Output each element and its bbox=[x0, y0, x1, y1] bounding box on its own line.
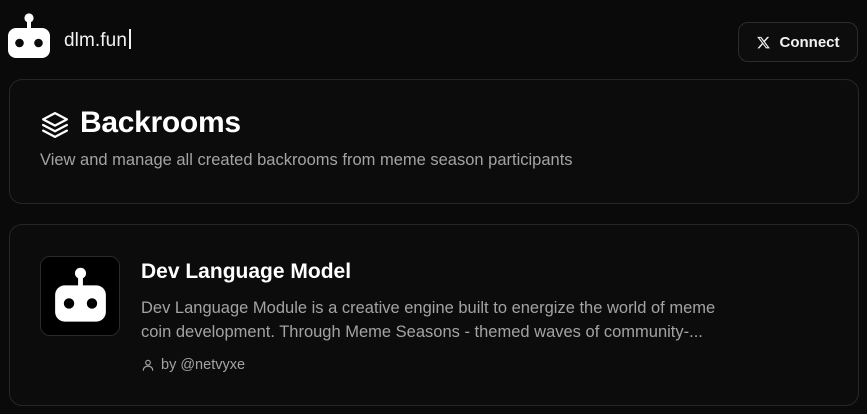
layers-icon bbox=[42, 112, 68, 138]
robot-icon bbox=[55, 267, 106, 322]
author-label: by @netvyxe bbox=[161, 357, 246, 373]
site-name[interactable]: dlm.fun bbox=[64, 29, 131, 52]
robot-icon[interactable] bbox=[8, 12, 50, 60]
backroom-description-line: Dev Language Module is a creative engine… bbox=[141, 299, 716, 317]
backroom-card[interactable]: Dev Language Model Dev Language Module i… bbox=[9, 224, 859, 406]
user-icon bbox=[142, 359, 154, 371]
text-cursor bbox=[129, 29, 131, 49]
x-logo-icon bbox=[756, 36, 770, 48]
backroom-avatar bbox=[40, 256, 120, 336]
page-subtitle: View and manage all created backrooms fr… bbox=[40, 151, 573, 169]
backroom-description: Dev Language Module is a creative engine… bbox=[141, 296, 841, 344]
connect-button[interactable]: Connect bbox=[738, 22, 858, 62]
page-title: Backrooms bbox=[80, 106, 241, 139]
connect-label: Connect bbox=[779, 33, 840, 51]
top-bar: dlm.fun Connect bbox=[0, 0, 867, 82]
backroom-title[interactable]: Dev Language Model bbox=[141, 260, 351, 284]
backroom-author: by @netvyxe bbox=[141, 357, 245, 373]
page-header-card: Backrooms View and manage all created ba… bbox=[9, 79, 859, 204]
backroom-description-line: coin development. Through Meme Seasons -… bbox=[141, 323, 703, 341]
